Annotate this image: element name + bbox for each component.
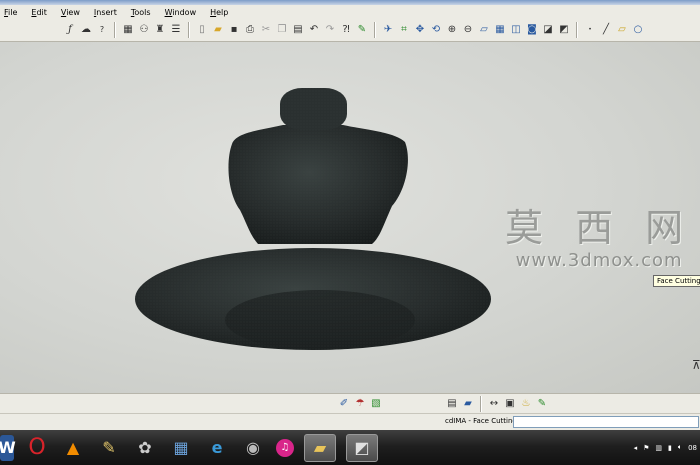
eraser-icon[interactable]: ▰	[461, 397, 475, 411]
copy-icon[interactable]: ❐	[275, 23, 289, 37]
undo-icon[interactable]: ↶	[307, 23, 321, 37]
watermark-chinese: 莫 西 网	[505, 206, 694, 250]
new-icon[interactable]: ▯	[195, 23, 209, 37]
bomb-icon[interactable]: ♜	[153, 23, 167, 37]
menu-tools[interactable]: Tools	[127, 8, 161, 17]
paste-icon[interactable]: ▤	[291, 23, 305, 37]
toolbar-separator	[480, 396, 482, 412]
fly-mode-icon[interactable]: ✈	[381, 23, 395, 37]
bottom-toolbar: ✐ ☂ ▧ ▤ ▰ ↔ ▣ ♨ ✎	[0, 393, 700, 414]
catalog-browser-icon[interactable]: ▤	[445, 397, 459, 411]
toolbar-separator	[374, 22, 376, 38]
catia-icon[interactable]: ▦	[168, 435, 194, 461]
iso-view-icon[interactable]: ◫	[509, 23, 523, 37]
circle-icon[interactable]: ○	[631, 23, 645, 37]
swap-icon[interactable]: ◩	[557, 23, 571, 37]
open-icon[interactable]: ▰	[211, 23, 225, 37]
cut-icon[interactable]: ✂	[259, 23, 273, 37]
thermometer-icon[interactable]: ♨	[519, 397, 533, 411]
point-icon[interactable]: •	[583, 23, 597, 37]
menu-file[interactable]: File	[0, 8, 27, 17]
plane-icon[interactable]: ▱	[615, 23, 629, 37]
status-text: cdIMA - Face Cutting	[445, 417, 517, 425]
sketch-icon[interactable]: ✎	[535, 397, 549, 411]
toolbar-separator	[188, 22, 190, 38]
what-icon[interactable]: ✎	[355, 23, 369, 37]
multi-view-icon[interactable]: ▦	[493, 23, 507, 37]
analysis-icon[interactable]: ▧	[369, 397, 383, 411]
tray-battery-icon[interactable]: ▮	[668, 444, 672, 452]
tray-arrow-icon[interactable]: ◂	[634, 444, 638, 452]
toolbar-separator	[576, 22, 578, 38]
itunes-icon[interactable]: ♫	[276, 438, 294, 457]
redo-icon[interactable]: ↷	[323, 23, 337, 37]
clip-icon[interactable]: ▣	[503, 397, 517, 411]
menu-insert[interactable]: Insert	[90, 8, 127, 17]
tray-app-icon[interactable]: ⚑	[643, 444, 649, 452]
table-icon[interactable]: ▦	[121, 23, 135, 37]
menu-edit[interactable]: Edit	[27, 8, 57, 17]
menu-bar: File Edit View Insert Tools Window Help	[0, 5, 700, 19]
dimension-icon[interactable]: ↔	[487, 397, 501, 411]
status-bar: cdIMA - Face Cutting	[0, 413, 700, 430]
fit-all-icon[interactable]: ⌗	[397, 23, 411, 37]
internet-explorer-icon[interactable]: e	[204, 435, 230, 461]
file-explorer-icon[interactable]: ▰	[304, 433, 336, 462]
formula-icon[interactable]: ƒ	[63, 23, 77, 37]
apply-material-icon[interactable]: ☂	[353, 397, 367, 411]
paint-icon[interactable]: ✎	[96, 435, 122, 461]
normal-view-icon[interactable]: ▱	[477, 23, 491, 37]
settings-icon[interactable]: ☰	[169, 23, 183, 37]
help-icon[interactable]: ?	[95, 23, 109, 37]
catalog-icon[interactable]: ⚇	[137, 23, 151, 37]
menu-help[interactable]: Help	[206, 8, 238, 17]
compass-edge-icon[interactable]: ⊼	[692, 358, 700, 376]
windows-taskbar: W O ▲ ✎ ✿ ▦ e ◉ ♫ ▰ ◩ ◂ ⚑ ▥ ▮ 🔈︎ 08	[0, 430, 700, 465]
word-icon[interactable]: W	[0, 434, 16, 461]
photoshop-icon[interactable]: ✿	[132, 435, 158, 461]
tray-network-icon[interactable]: ▥	[655, 444, 662, 452]
main-toolbar: ƒ ☁ ? ▦ ⚇ ♜ ☰ ▯ ▰ ▪ ⎙ ✂ ❐ ▤ ↶ ↷ ⁈ ✎ ✈ ⌗ …	[0, 19, 700, 42]
save-icon[interactable]: ▪	[227, 23, 241, 37]
toolbar-separator	[114, 22, 116, 38]
print-icon[interactable]: ⎙	[243, 23, 257, 37]
watermark: 莫 西 网 www.3dmox.com	[505, 197, 693, 271]
rotate-icon[interactable]: ⟲	[429, 23, 443, 37]
shading-icon[interactable]: ◙	[525, 23, 539, 37]
pan-icon[interactable]: ✥	[413, 23, 427, 37]
menu-view[interactable]: View	[57, 8, 90, 17]
menu-window[interactable]: Window	[161, 8, 207, 17]
tooltip: Face Cutting	[653, 275, 700, 287]
whats-this-icon[interactable]: ⁈	[339, 23, 353, 37]
catia-window-icon[interactable]: ◩	[346, 433, 378, 462]
3d-viewport[interactable]: 莫 西 网 www.3dmox.com Face Cutting ⊼	[0, 42, 700, 393]
tray-clock[interactable]: 08	[688, 444, 697, 452]
watermark-url: www.3dmox.com	[515, 250, 683, 271]
zoom-in-icon[interactable]: ⊕	[445, 23, 459, 37]
knowledge-icon[interactable]: ☁	[79, 23, 93, 37]
zoom-out-icon[interactable]: ⊖	[461, 23, 475, 37]
measure-icon[interactable]: ✐	[337, 397, 351, 411]
system-tray: ◂ ⚑ ▥ ▮ 🔈︎ 08	[631, 430, 700, 465]
hide-show-icon[interactable]: ◪	[541, 23, 555, 37]
command-input[interactable]	[513, 416, 699, 428]
tray-volume-icon[interactable]: 🔈︎	[678, 443, 682, 452]
opera-icon[interactable]: O	[24, 435, 50, 461]
webcam-icon[interactable]: ◉	[240, 435, 266, 461]
line-icon[interactable]: ╱	[599, 23, 613, 37]
vlc-icon[interactable]: ▲	[60, 435, 86, 461]
